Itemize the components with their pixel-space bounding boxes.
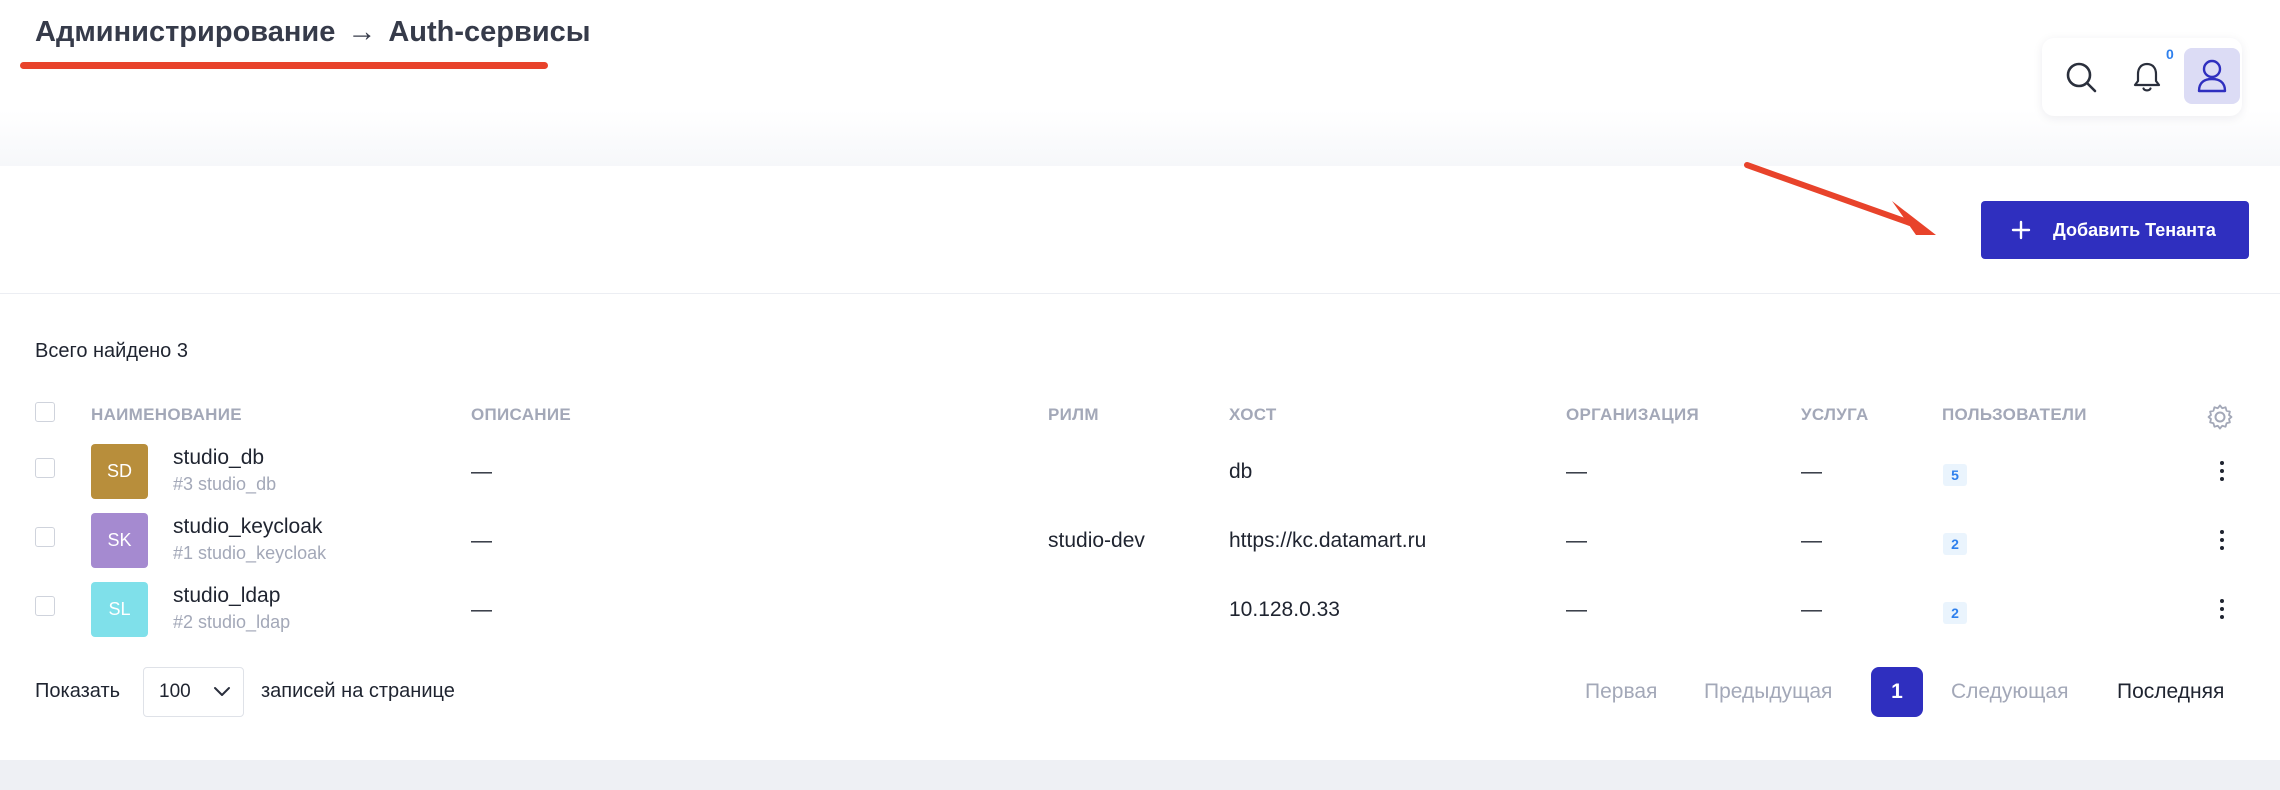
pagination-first[interactable]: Первая <box>1585 680 1657 704</box>
per-page-label: записей на странице <box>261 680 455 702</box>
column-header-description[interactable]: ОПИСАНИЕ <box>471 405 571 425</box>
annotation-arrow <box>1744 162 1936 235</box>
kebab-dot <box>2220 461 2224 465</box>
column-header-realm[interactable]: РИЛМ <box>1048 405 1099 425</box>
user-icon <box>2197 59 2227 93</box>
select-all-checkbox[interactable] <box>35 402 55 422</box>
row-menu-button[interactable] <box>2208 454 2236 488</box>
column-header-service[interactable]: УСЛУГА <box>1801 405 1869 425</box>
add-tenant-button[interactable]: Добавить Тенанта <box>1981 201 2249 259</box>
tenant-organization: — <box>1566 460 1587 483</box>
tenant-organization: — <box>1566 529 1587 552</box>
notifications-button[interactable] <box>2124 54 2170 100</box>
plus-icon <box>2011 220 2031 240</box>
kebab-dot <box>2220 538 2224 542</box>
tenant-organization: — <box>1566 598 1587 621</box>
add-tenant-label: Добавить Тенанта <box>2053 219 2216 240</box>
kebab-dot <box>2220 530 2224 534</box>
tenant-description: — <box>471 598 492 621</box>
tenant-host: 10.128.0.33 <box>1229 598 1340 621</box>
tenant-service: — <box>1801 598 1822 621</box>
notifications-count: 0 <box>2166 46 2174 62</box>
tenant-name[interactable]: studio_db <box>173 446 264 470</box>
kebab-dot <box>2220 469 2224 473</box>
page-size-value: 100 <box>159 681 191 702</box>
tenant-avatar: SL <box>91 582 148 637</box>
tenant-host: https://kc.datamart.ru <box>1229 529 1427 552</box>
column-header-host[interactable]: ХОСТ <box>1229 405 1277 425</box>
search-icon <box>2066 62 2097 93</box>
pagination-last[interactable]: Последняя <box>2117 680 2224 704</box>
column-header-name[interactable]: НАИМЕНОВАНИЕ <box>91 405 242 425</box>
annotation-underline <box>20 62 548 69</box>
tenant-description: — <box>471 529 492 552</box>
kebab-dot <box>2220 599 2224 603</box>
column-settings-button[interactable] <box>2204 401 2236 433</box>
header-actions: 0 <box>2042 38 2242 116</box>
tenant-name[interactable]: studio_keycloak <box>173 515 322 539</box>
users-count-badge: 5 <box>1943 464 1967 486</box>
users-count-badge: 2 <box>1943 602 1967 624</box>
page-title: Auth-сервисы <box>388 16 591 48</box>
pagination-prev[interactable]: Предыдущая <box>1704 680 1832 704</box>
table-row[interactable]: SL studio_ldap #2 studio_ldap — 10.128.0… <box>0 574 2280 643</box>
row-menu-button[interactable] <box>2208 523 2236 557</box>
breadcrumb-section[interactable]: Администрирование <box>35 16 335 49</box>
tenant-id: #3 studio_db <box>173 474 277 494</box>
page-size-select[interactable]: 100 <box>143 667 244 717</box>
breadcrumb: Администрирование → Auth-сервисы <box>35 16 591 49</box>
table-row[interactable]: SD studio_db #3 studio_db — db — — 5 <box>0 436 2280 505</box>
tenant-avatar: SD <box>91 444 148 499</box>
users-count-badge: 2 <box>1943 533 1967 555</box>
search-button[interactable] <box>2058 54 2104 100</box>
column-header-users[interactable]: ПОЛЬЗОВАТЕЛИ <box>1942 405 2087 425</box>
bell-icon <box>2133 62 2161 92</box>
column-header-organization[interactable]: ОРГАНИЗАЦИЯ <box>1566 405 1699 425</box>
user-menu-button[interactable] <box>2184 48 2240 104</box>
kebab-dot <box>2220 546 2224 550</box>
gear-icon <box>2207 404 2233 430</box>
tenant-realm: studio-dev <box>1048 529 1145 552</box>
kebab-dot <box>2220 477 2224 481</box>
page-bottom-strip <box>0 760 2280 790</box>
tenant-service: — <box>1801 529 1822 552</box>
pagination-next[interactable]: Следующая <box>1951 680 2068 704</box>
row-menu-button[interactable] <box>2208 592 2236 626</box>
row-checkbox[interactable] <box>35 596 55 616</box>
tenant-host: db <box>1229 460 1253 483</box>
tenant-description: — <box>471 460 492 483</box>
tenant-name[interactable]: studio_ldap <box>173 584 280 608</box>
tenant-id: #2 studio_ldap <box>173 612 291 632</box>
show-label: Показать <box>35 680 121 702</box>
pagination-current[interactable]: 1 <box>1871 667 1923 717</box>
kebab-dot <box>2220 615 2224 619</box>
row-checkbox[interactable] <box>35 527 55 547</box>
tenant-service: — <box>1801 460 1822 483</box>
row-checkbox[interactable] <box>35 458 55 478</box>
breadcrumb-separator: → <box>347 16 377 48</box>
total-count: Всего найдено 3 <box>35 340 188 362</box>
chevron-down-icon <box>213 687 230 696</box>
kebab-dot <box>2220 607 2224 611</box>
tenant-id: #1 studio_keycloak <box>173 543 327 563</box>
table-row[interactable]: SK studio_keycloak #1 studio_keycloak — … <box>0 505 2280 574</box>
tenant-avatar: SK <box>91 513 148 568</box>
